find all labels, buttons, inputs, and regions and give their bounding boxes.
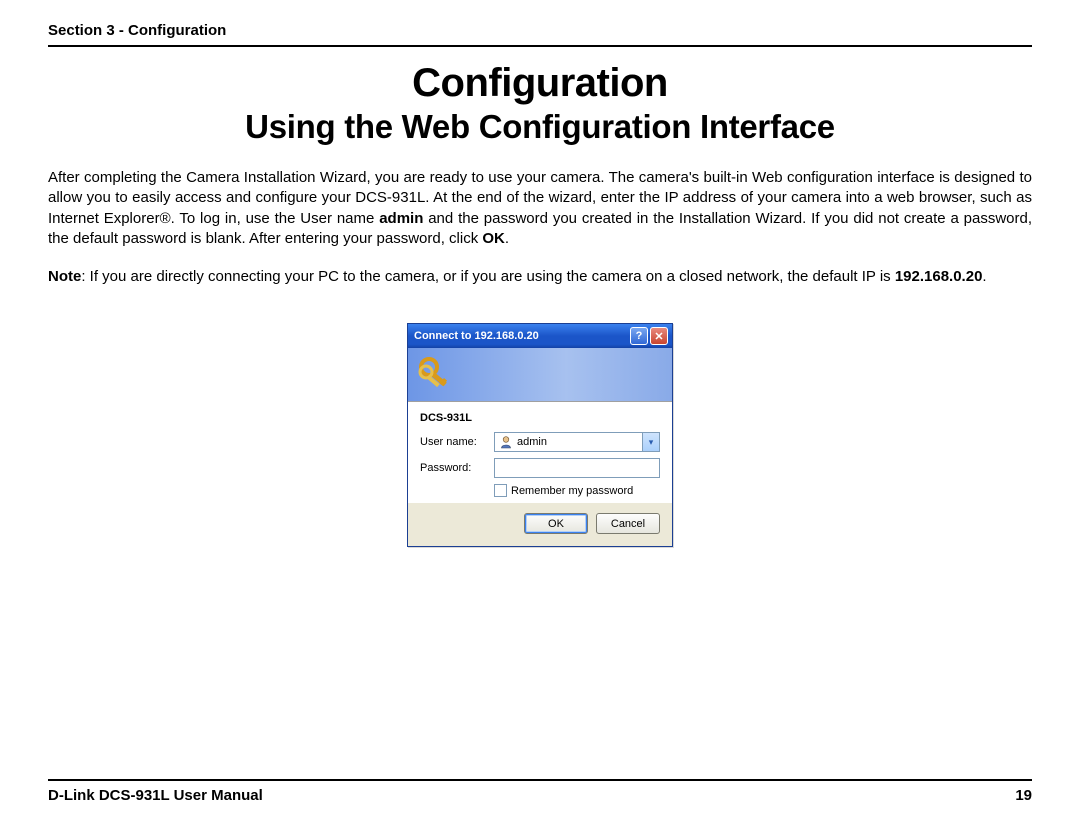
username-label: User name: <box>420 436 494 448</box>
dialog-banner <box>408 348 672 402</box>
remember-checkbox[interactable] <box>494 484 507 497</box>
dialog-container: Connect to 192.168.0.20 ? ✕ DCS-931L Use… <box>48 323 1032 547</box>
password-row: Password: <box>420 458 660 478</box>
dialog-buttons: OK Cancel <box>408 503 672 546</box>
page-footer: D-Link DCS-931L User Manual 19 <box>48 779 1032 804</box>
ok-button[interactable]: OK <box>524 513 588 534</box>
keys-icon <box>416 354 456 394</box>
note-ip: 192.168.0.20 <box>895 268 983 285</box>
chevron-down-icon[interactable]: ▾ <box>642 433 659 451</box>
intro-text-3: . <box>505 230 509 247</box>
close-icon[interactable]: ✕ <box>650 327 668 345</box>
note-paragraph: Note: If you are directly connecting you… <box>48 267 1032 287</box>
password-input[interactable] <box>494 458 660 478</box>
bold-ok: OK <box>482 230 505 247</box>
login-dialog: Connect to 192.168.0.20 ? ✕ DCS-931L Use… <box>407 323 673 547</box>
note-tail: . <box>982 268 986 285</box>
password-label: Password: <box>420 462 494 474</box>
help-icon[interactable]: ? <box>630 327 648 345</box>
user-icon <box>499 435 513 449</box>
username-row: User name: admin ▾ <box>420 432 660 452</box>
page-title: Configuration <box>48 61 1032 106</box>
remember-label: Remember my password <box>511 485 633 497</box>
dialog-body: DCS-931L User name: admin ▾ Password: <box>408 402 672 503</box>
intro-paragraph: After completing the Camera Installation… <box>48 168 1032 249</box>
note-label: Note <box>48 268 81 285</box>
username-input[interactable]: admin ▾ <box>494 432 660 452</box>
username-value: admin <box>517 436 547 448</box>
remember-row[interactable]: Remember my password <box>494 484 660 497</box>
dialog-titlebar[interactable]: Connect to 192.168.0.20 ? ✕ <box>408 324 672 348</box>
dialog-group-title: DCS-931L <box>420 412 660 424</box>
bold-admin: admin <box>379 210 423 227</box>
dialog-title: Connect to 192.168.0.20 <box>414 330 628 342</box>
note-text: : If you are directly connecting your PC… <box>81 268 894 285</box>
cancel-button[interactable]: Cancel <box>596 513 660 534</box>
page-subtitle: Using the Web Configuration Interface <box>48 108 1032 146</box>
section-header: Section 3 - Configuration <box>48 22 1032 47</box>
footer-page: 19 <box>1015 787 1032 804</box>
footer-manual: D-Link DCS-931L User Manual <box>48 787 263 804</box>
